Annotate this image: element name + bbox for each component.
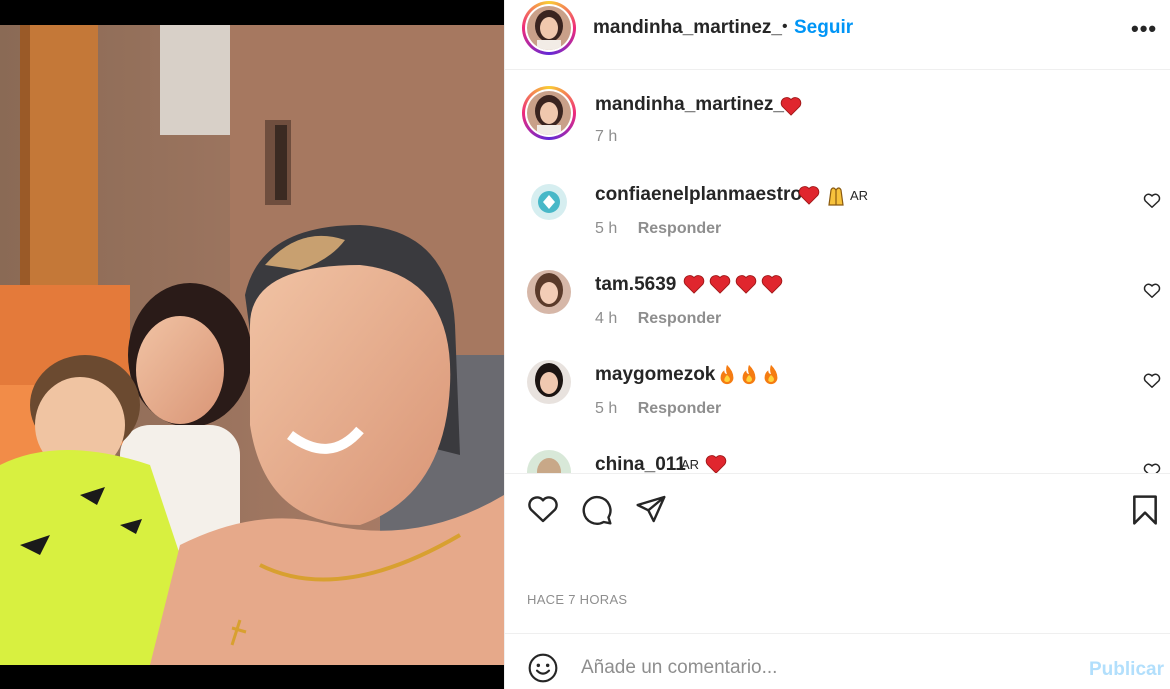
comment-text (683, 274, 783, 294)
author-username[interactable]: mandinha_martinez_ (593, 17, 782, 39)
country-flag-label: AR (850, 187, 869, 203)
comment-time: 4 h (595, 310, 618, 327)
comment-input[interactable] (581, 650, 1051, 686)
post-header: mandinha_martinez_ • Seguir ••• (505, 0, 1170, 70)
fire-emoji (764, 364, 778, 385)
caption-avatar[interactable] (522, 86, 576, 140)
comment-item: confiaenelplanmaestro AR 5 h Responder (505, 180, 1170, 270)
country-flag-label: AR (681, 456, 700, 472)
caption-username[interactable]: mandinha_martinez_ (595, 94, 784, 116)
comment-meta: 4 h Responder (595, 310, 721, 328)
heart-emoji (705, 455, 727, 473)
heart-emoji (798, 186, 820, 205)
comments-list[interactable]: mandinha_martinez_ 7 h confiaenelplanmae… (505, 70, 1170, 473)
more-options-icon[interactable]: ••• (1131, 16, 1157, 42)
commenter-avatar[interactable] (527, 180, 571, 224)
comment-like-icon[interactable] (1143, 372, 1161, 389)
comment-text (717, 364, 781, 386)
fire-emoji (742, 364, 756, 385)
comment-icon[interactable] (581, 494, 613, 526)
post-actions: HACE 7 HORAS (505, 473, 1170, 633)
publish-button[interactable]: Publicar (1089, 659, 1164, 681)
comment-like-icon[interactable] (1143, 282, 1161, 299)
commenter-avatar[interactable] (527, 270, 571, 314)
reply-button[interactable]: Responder (638, 400, 722, 417)
heart-emoji (761, 275, 783, 294)
heart-emoji (735, 275, 757, 294)
commenter-username[interactable]: tam.5639 (595, 274, 676, 296)
comment-item: tam.5639 4 h Responder (505, 270, 1170, 360)
fire-emoji (720, 364, 734, 385)
comment-text: AR (679, 454, 727, 473)
reply-button[interactable]: Responder (638, 310, 722, 327)
author-avatar-image (527, 6, 571, 50)
post-photo[interactable] (0, 0, 504, 689)
comment-meta: 5 h Responder (595, 220, 721, 238)
comment-like-icon[interactable] (1143, 462, 1161, 473)
heart-emoji (780, 97, 802, 116)
caption-time: 7 h (595, 128, 618, 145)
emoji-icon[interactable] (527, 652, 559, 684)
share-icon[interactable] (635, 494, 667, 524)
post-side-panel: mandinha_martinez_ • Seguir ••• mandinha… (504, 0, 1170, 689)
commenter-avatar[interactable] (527, 450, 571, 473)
commenter-avatar[interactable] (527, 360, 571, 404)
post-time-ago[interactable]: HACE 7 HORAS (527, 592, 627, 607)
commenter-username[interactable]: confiaenelplanmaestro (595, 184, 802, 206)
comment-time: 5 h (595, 220, 618, 237)
comment-item: maygomezok 5 h Responder (505, 360, 1170, 450)
follow-button[interactable]: Seguir (794, 17, 853, 39)
like-icon[interactable] (527, 494, 559, 524)
pray-emoji (828, 187, 844, 206)
comment-meta: 5 h Responder (595, 400, 721, 418)
reply-button[interactable]: Responder (638, 220, 722, 237)
comment-composer: Publicar (505, 633, 1170, 689)
comment-time: 5 h (595, 400, 618, 417)
commenter-username[interactable]: maygomezok (595, 364, 715, 386)
heart-emoji (683, 275, 705, 294)
heart-emoji (709, 275, 731, 294)
post-image (0, 25, 504, 665)
commenter-username[interactable]: china_011 (595, 454, 686, 473)
save-icon[interactable] (1131, 494, 1159, 526)
author-avatar[interactable] (522, 1, 576, 55)
separator-dot: • (782, 18, 788, 35)
comment-text: AR (798, 184, 868, 206)
comment-like-icon[interactable] (1143, 192, 1161, 209)
comment-item: china_011 AR (505, 450, 1170, 473)
caption-avatar-image (527, 91, 571, 135)
